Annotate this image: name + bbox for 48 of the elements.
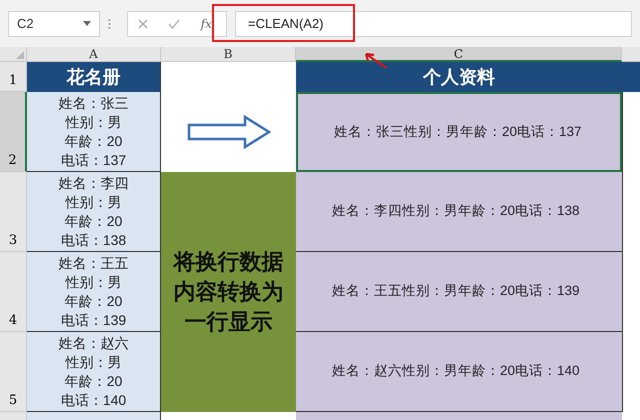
row-header[interactable]: 1 [0,62,27,92]
cell-line: 年龄：20 [64,372,122,391]
cell-line: 电话：137 [60,151,126,170]
column-header[interactable]: C [296,47,622,62]
check-icon[interactable] [168,18,180,28]
row-header[interactable]: 5 [0,332,27,412]
formula-field[interactable]: =CLEAN(A2) [248,14,324,34]
cell-line: 电话：138 [60,231,126,250]
cell-line: 姓名：王五 [58,254,128,273]
more-icon[interactable] [108,18,111,30]
result-cell[interactable]: 姓名：赵六性别：男年龄：20电话：140 [296,332,622,412]
cell-line: 姓名：张三 [58,94,128,113]
result-cell[interactable]: 姓名：李四性别：男年龄：20电话：138 [296,172,622,252]
cell-line: 电话：139 [60,311,126,330]
row-header[interactable]: 4 [0,252,27,332]
annotation-arrow [362,50,388,70]
name-box[interactable]: C2 [8,10,100,36]
header-cell: 个人资料 [296,62,622,92]
cell-line: 姓名：李四 [58,174,128,193]
cell-line: 电话：140 [60,391,126,410]
column-header[interactable] [622,47,640,62]
header-cell: 花名册 [27,62,161,92]
result-cell[interactable] [296,412,622,420]
right-arrow-icon [186,115,270,149]
corner-triangle-icon [16,51,24,59]
result-cell[interactable]: 姓名：张三性别：男年龄：20电话：137 [296,92,622,172]
cell-line: 年龄：20 [64,292,122,311]
cell-line: 姓名：赵六 [58,334,128,353]
row-header[interactable]: 3 [0,172,27,252]
caret-icon [83,21,91,26]
insert-function-button[interactable]: fx [200,14,216,32]
cell-line: 年龄：20 [64,132,122,151]
row-header[interactable] [0,412,27,420]
cell-line: 性别：男 [66,113,122,132]
result-cell[interactable]: 姓名：王五性别：男年龄：20电话：139 [296,252,622,332]
close-icon[interactable] [138,18,148,28]
note-line: 一行显示 [184,308,272,337]
row-header[interactable]: 2 [0,92,27,172]
note-line: 将换行数据 [174,248,284,277]
header-cell [622,62,640,92]
column-header[interactable]: A [27,47,161,62]
column-header[interactable]: B [161,47,296,62]
cell-line: 性别：男 [66,273,122,292]
note-line: 内容转换为 [174,278,284,307]
cell-line: 年龄：20 [64,212,122,231]
select-all-corner[interactable] [0,47,27,62]
cell-line: 性别：男 [66,193,122,212]
cell-line: 性别：男 [66,353,122,372]
